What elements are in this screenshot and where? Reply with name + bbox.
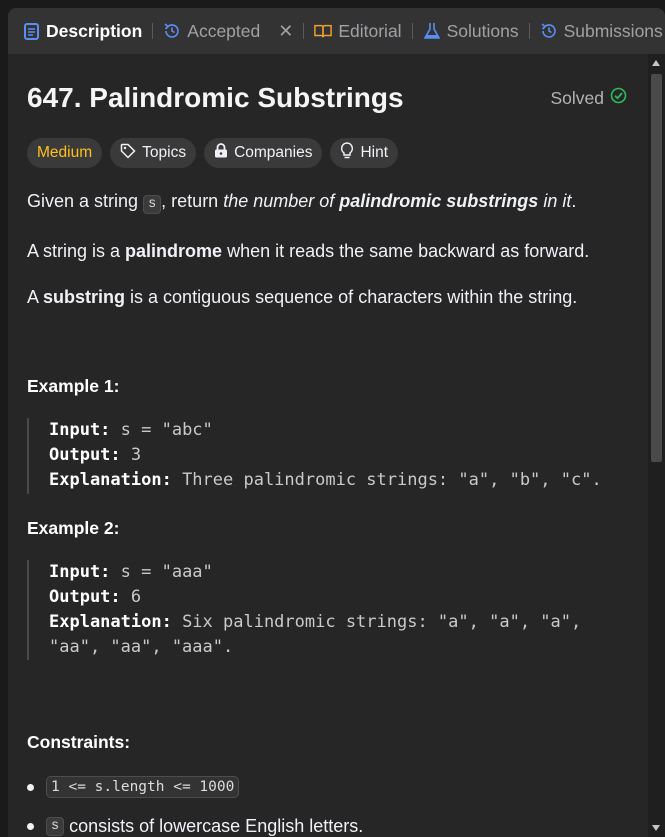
example-title: Example 2: [27, 518, 120, 538]
inline-code: s [143, 195, 162, 214]
history-icon [163, 22, 181, 40]
solved-label: Solved [550, 87, 604, 108]
check-circle-icon [610, 87, 627, 109]
scroll-down-arrow-icon[interactable] [652, 825, 660, 831]
text: A string is a [27, 241, 126, 261]
description-paragraph: A string is a palindrome when it reads t… [27, 238, 627, 264]
difficulty-badge: Medium [27, 138, 103, 168]
example-output: Output: 6 [49, 585, 627, 610]
tag-icon [120, 143, 136, 164]
text: A [27, 287, 44, 307]
hint-button[interactable]: Hint [330, 138, 399, 168]
history-icon [540, 22, 558, 40]
topics-button[interactable]: Topics [110, 138, 197, 168]
tab-label: Solutions [446, 20, 519, 41]
explanation-value: Three palindromic strings: "a", "b", "c"… [171, 470, 602, 490]
constraint-code: 1 <= s.length <= 1000 [46, 776, 240, 798]
example-block: Input: s = "abc" Output: 3 Explanation: … [27, 418, 627, 494]
tab-label: Accepted [187, 20, 261, 41]
tab-divider [411, 23, 413, 39]
book-icon [314, 22, 333, 40]
companies-button[interactable]: Companies [204, 138, 323, 168]
topics-label: Topics [142, 144, 187, 161]
constraint-text: consists of lowercase English letters. [64, 816, 364, 836]
explanation-value: Six palindromic strings: "a", "a", "a", [171, 612, 582, 632]
italic-text: in it [538, 191, 572, 211]
close-icon[interactable]: ✕ [278, 21, 293, 42]
input-label: Input: [49, 420, 111, 440]
bold-text: substring [43, 287, 126, 307]
input-label: Input: [49, 562, 111, 582]
text: Given a string [27, 191, 144, 211]
tab-solutions[interactable]: Solutions [423, 8, 519, 54]
example-explanation: Explanation: Six palindromic strings: "a… [49, 610, 627, 635]
bullet-dot [27, 783, 34, 791]
constraint-item: 1 <= s.length <= 1000 [27, 776, 240, 798]
explanation-label: Explanation: [49, 612, 172, 632]
bold-italic-text: palindromic substrings [339, 191, 539, 211]
example-explanation-cont: "aa", "aa", "aaa". [49, 637, 234, 657]
output-label: Output: [49, 445, 121, 465]
scroll-up-arrow-icon[interactable] [652, 60, 660, 66]
text: is a contiguous sequence of characters w… [125, 287, 578, 307]
output-value: 6 [120, 587, 142, 607]
description-paragraph: Given a string s, return the number of p… [27, 188, 627, 218]
constraint-content: s consists of lowercase English letters. [46, 816, 363, 837]
bold-text: palindrome [125, 241, 223, 261]
constraint-code: s [46, 817, 65, 836]
title-row: 647. Palindromic Substrings Solved [27, 82, 637, 114]
tab-editorial[interactable]: Editorial [314, 8, 402, 54]
tag-row: Medium Topics Companies Hint [27, 138, 399, 168]
constraints-title: Constraints: [27, 732, 131, 752]
example-title: Example 1: [27, 376, 120, 396]
tab-submissions[interactable]: Submissions [540, 8, 663, 54]
tab-label: Editorial [338, 20, 402, 41]
text: , return [161, 191, 224, 211]
tab-label: Description [46, 20, 143, 41]
example-block: Input: s = "aaa" Output: 6 Explanation: … [27, 560, 627, 660]
tab-divider [152, 23, 154, 39]
scrollbar[interactable] [648, 54, 665, 837]
scroll-thumb[interactable] [651, 74, 662, 462]
tab-strip: Description Accepted ✕ Editorial Solutio… [8, 8, 665, 54]
input-value: s = "abc" [110, 420, 213, 440]
companies-label: Companies [234, 144, 313, 161]
solved-status: Solved [550, 87, 627, 109]
description-paragraph: A substring is a contiguous sequence of … [27, 284, 627, 310]
explanation-label: Explanation: [49, 470, 172, 490]
description-icon [22, 22, 40, 40]
example-input: Input: s = "aaa" [49, 560, 627, 585]
tab-divider [528, 23, 530, 39]
text: . [571, 191, 577, 211]
lightbulb-icon [340, 142, 354, 164]
tab-label: Submissions [563, 20, 663, 41]
tab-divider [303, 23, 305, 39]
output-label: Output: [49, 587, 121, 607]
text: when it reads the same backward as forwa… [222, 241, 590, 261]
tab-accepted[interactable]: Accepted ✕ [163, 8, 293, 54]
output-value: 3 [120, 445, 142, 465]
bullet-dot [27, 823, 34, 830]
problem-title: 647. Palindromic Substrings [27, 82, 404, 113]
problem-description: Given a string s, return the number of p… [27, 188, 627, 330]
input-value: s = "aaa" [110, 562, 213, 582]
tab-bar: Description Accepted ✕ Editorial Solutio… [0, 0, 665, 56]
hint-label: Hint [360, 144, 389, 161]
italic-text: the number of [223, 191, 340, 211]
example-output: Output: 3 [49, 443, 627, 468]
constraint-item: s consists of lowercase English letters. [27, 816, 363, 837]
example-explanation: Explanation: Three palindromic strings: … [49, 468, 627, 493]
lock-icon [214, 143, 228, 163]
description-panel: 647. Palindromic Substrings Solved Mediu… [8, 54, 648, 837]
example-input: Input: s = "abc" [49, 418, 627, 443]
tab-description[interactable]: Description [22, 8, 142, 54]
difficulty-label: Medium [37, 144, 93, 161]
flask-icon [423, 22, 441, 40]
